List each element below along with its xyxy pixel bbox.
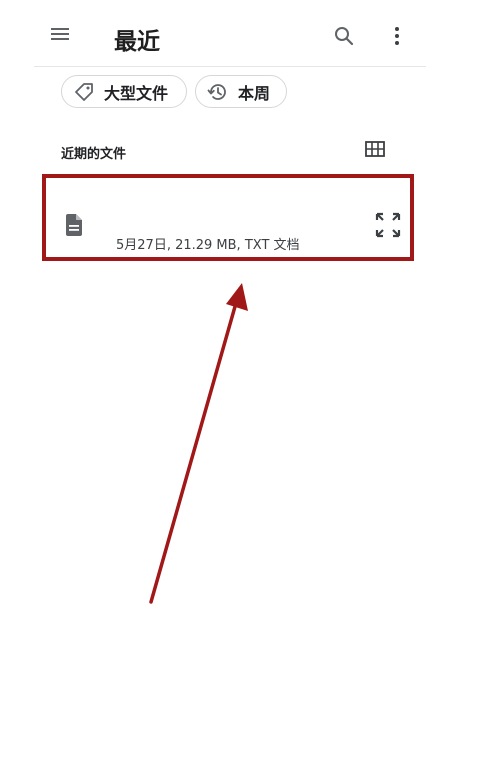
history-icon [206, 80, 230, 104]
more-options-button[interactable] [385, 24, 409, 52]
expand-button[interactable] [373, 210, 403, 240]
annotation-arrow [149, 283, 248, 604]
search-icon [332, 24, 360, 48]
app-bar: 最近 [34, 0, 426, 67]
filter-chip-label: 本周 [238, 83, 271, 103]
section-title: 近期的文件 [61, 147, 127, 162]
page-title: 最近 [114, 29, 160, 55]
grid-view-icon [365, 141, 385, 161]
menu-icon [48, 22, 76, 46]
filter-chip-label: 大型文件 [104, 83, 169, 103]
search-button[interactable] [332, 24, 360, 52]
menu-button[interactable] [48, 22, 76, 50]
more-vert-icon [385, 24, 409, 48]
expand-icon [373, 212, 403, 244]
file-meta: 5月27日, 21.29 MB, TXT 文档 [116, 238, 300, 253]
filter-chip-this-week[interactable]: 本周 [195, 75, 287, 108]
grid-view-toggle[interactable] [365, 141, 387, 161]
filter-chip-large-files[interactable]: 大型文件 [61, 75, 187, 108]
label-tag-icon [72, 80, 96, 104]
file-list-item[interactable]: 5月27日, 21.29 MB, TXT 文档 [42, 174, 414, 261]
document-icon [66, 214, 82, 236]
